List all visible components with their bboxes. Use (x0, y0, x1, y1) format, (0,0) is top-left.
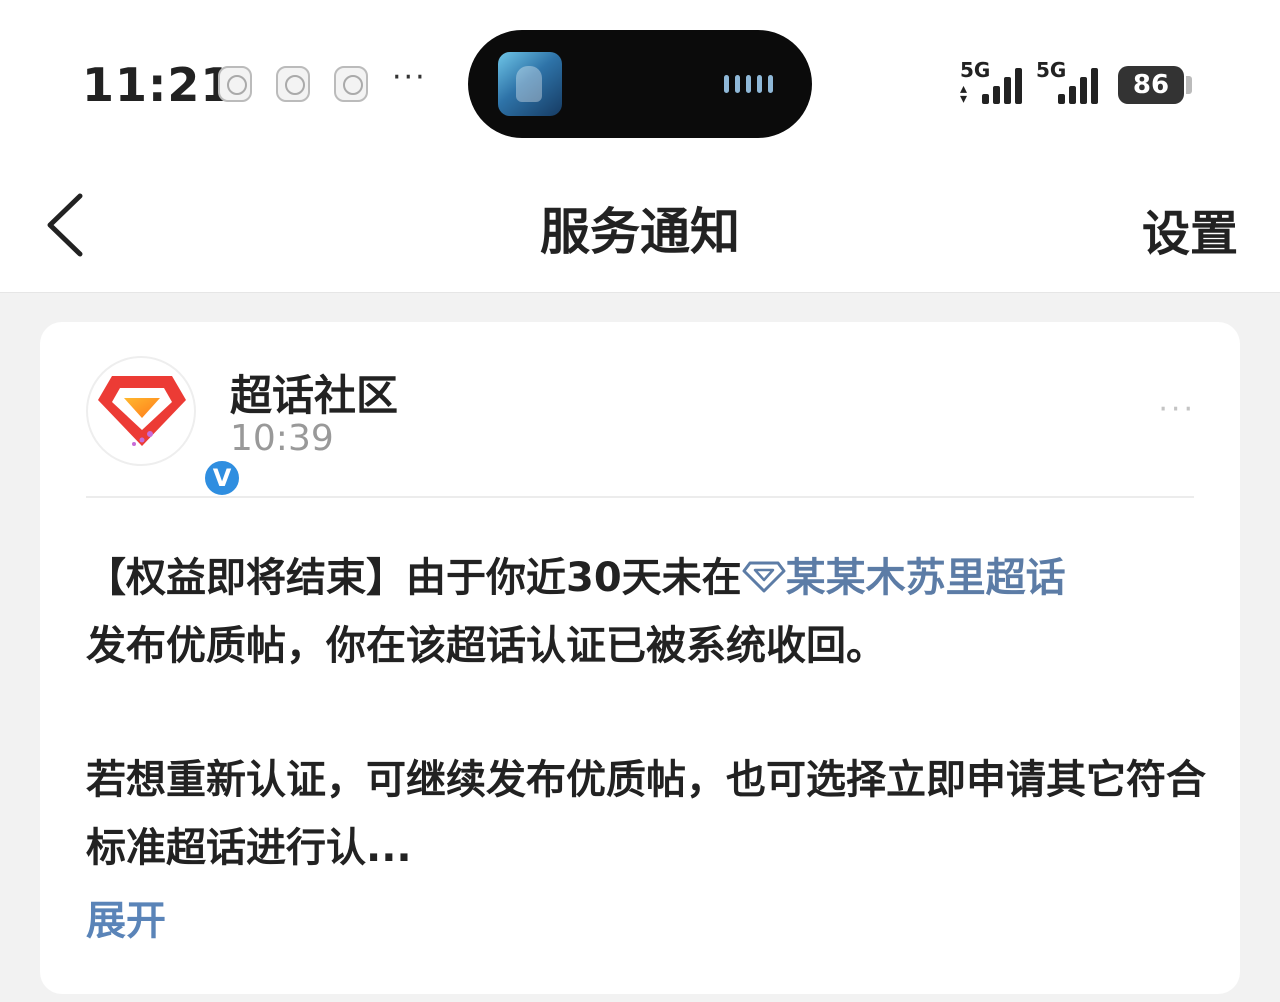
weibo-notification-icon (218, 66, 252, 102)
message-prefix: 【权益即将结束】由于你近30天未在 (86, 555, 742, 601)
audio-waveform-icon (724, 75, 773, 93)
data-arrows-icon: ▴ ▾ (960, 81, 968, 107)
card-divider (86, 496, 1194, 498)
more-notifications-icon: ··· (392, 60, 427, 95)
battery-level: 86 (1132, 70, 1170, 100)
nav-divider (0, 292, 1280, 293)
music-album-art (498, 52, 562, 116)
message-paragraph-1: 【权益即将结束】由于你近30天未在 某某木苏里超话发布优质帖，你在该超话认证已被系… (86, 544, 1206, 680)
battery-icon: 86 (1118, 66, 1184, 104)
message-paragraph-2: 若想重新认证，可继续发布优质帖，也可选择立即申请其它符合标准超话进行认... (86, 757, 1206, 871)
verified-badge-icon: V (202, 458, 242, 498)
status-bar: 11:21 ··· 5G ▴ ▾ 5G 86 (0, 0, 1280, 150)
avatar[interactable]: V (86, 356, 242, 498)
notification-card[interactable]: V 超话社区 10:39 ··· 【权益即将结束】由于你近30天未在 某某木苏里超… (40, 322, 1240, 994)
status-time: 11:21 (82, 58, 234, 112)
settings-button[interactable]: 设置 (1142, 194, 1238, 264)
sender-name[interactable]: 超话社区 (230, 362, 398, 423)
hotspot-notification-icon (334, 66, 368, 102)
message-suffix: 发布优质帖，你在该超话认证已被系统收回。 (86, 623, 886, 669)
navigation-bar: 服务通知 设置 (0, 150, 1280, 293)
battery-tip (1186, 76, 1192, 94)
dynamic-island[interactable] (468, 30, 812, 138)
diamond-icon (742, 561, 786, 593)
weibo-notification-icon (276, 66, 310, 102)
super-topic-logo-icon (98, 376, 186, 446)
topic-name: 某某木苏里超话 (785, 555, 1066, 601)
sent-time: 10:39 (230, 418, 334, 459)
expand-link[interactable]: 展开 (86, 888, 166, 946)
topic-link[interactable]: 某某木苏里超话 (742, 555, 1066, 601)
more-options-button[interactable]: ··· (1158, 392, 1196, 427)
page-title: 服务通知 (540, 203, 740, 261)
